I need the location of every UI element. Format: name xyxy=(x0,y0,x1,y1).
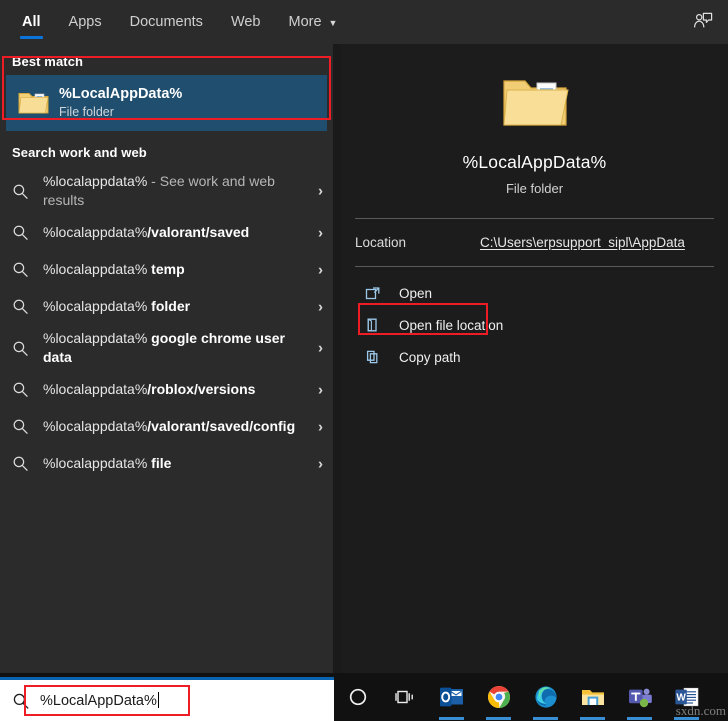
search-icon xyxy=(12,183,43,200)
action-list[interactable]: Open Open file location Copy path xyxy=(341,267,728,373)
preview-title: %LocalAppData% xyxy=(462,152,607,172)
preview-panel: %LocalAppData% File folder Location C:\U… xyxy=(341,44,728,673)
search-icon xyxy=(12,224,43,241)
search-icon xyxy=(12,381,43,398)
teams-icon[interactable] xyxy=(616,673,663,721)
feedback-person-icon xyxy=(694,12,713,28)
search-input-value: %LocalAppData% xyxy=(40,693,157,709)
action-open[interactable]: Open xyxy=(355,277,714,309)
list-item-label: %localappdata%/valorant/saved xyxy=(43,224,250,240)
best-match-subtitle: File folder xyxy=(59,105,114,119)
tab-documents[interactable]: Documents xyxy=(116,0,217,44)
chevron-right-icon: › xyxy=(318,224,323,241)
list-item[interactable]: %localappdata%/valorant/saved/config › xyxy=(0,408,333,445)
taskbar: %LocalAppData% W sxdn.com xyxy=(0,673,728,721)
list-item[interactable]: %localappdata% folder › xyxy=(0,288,333,325)
list-item-label: %localappdata%/valorant/saved/config xyxy=(43,418,296,434)
list-item[interactable]: %localappdata% temp › xyxy=(0,251,333,288)
chevron-down-icon: ▼ xyxy=(328,18,338,28)
best-match-header: Best match xyxy=(12,54,84,69)
action-copy-path-label: Copy path xyxy=(399,349,461,365)
tab-more-label: More xyxy=(288,14,322,30)
list-item[interactable]: %localappdata% file › xyxy=(0,445,333,482)
list-item-label: %localappdata% - See work and web result… xyxy=(43,173,275,208)
tab-apps[interactable]: Apps xyxy=(55,0,116,44)
list-item[interactable]: %localappdata%/roblox/versions › xyxy=(0,371,333,408)
search-icon xyxy=(12,340,43,357)
preview-hero: %LocalAppData% File folder xyxy=(341,44,728,196)
location-row: Location C:\Users\erpsupport_sipl\AppDat… xyxy=(341,219,728,266)
search-filter-tabbar: All Apps Documents Web More ▼ xyxy=(0,0,728,44)
list-item-label: %localappdata%/roblox/versions xyxy=(43,381,256,397)
web-suggestions-list[interactable]: %localappdata% - See work and web result… xyxy=(0,168,333,482)
tab-all-label: All xyxy=(22,14,41,30)
tab-more[interactable]: More ▼ xyxy=(275,0,352,44)
list-item-label: %localappdata% folder xyxy=(43,298,191,314)
tab-apps-label: Apps xyxy=(68,14,102,30)
list-item-label: %localappdata% temp xyxy=(43,261,185,277)
chrome-icon[interactable] xyxy=(475,673,522,721)
action-open-label: Open xyxy=(399,285,433,301)
action-copy-path[interactable]: Copy path xyxy=(355,341,714,373)
list-item-label: %localappdata% google chrome user data xyxy=(43,330,285,365)
chevron-right-icon: › xyxy=(318,339,323,357)
chevron-right-icon: › xyxy=(318,182,323,200)
list-item[interactable]: %localappdata% - See work and web result… xyxy=(0,168,333,214)
list-item-label: %localappdata% file xyxy=(43,455,172,471)
folder-icon-large xyxy=(502,80,569,126)
chevron-right-icon: › xyxy=(318,298,323,315)
search-work-web-header: Search work and web xyxy=(12,145,147,160)
search-icon xyxy=(12,261,43,278)
location-label: Location xyxy=(355,235,407,250)
search-input[interactable]: %LocalAppData% xyxy=(40,692,159,709)
action-open-file-location-label: Open file location xyxy=(399,317,504,333)
word-icon[interactable]: W xyxy=(663,673,710,721)
chevron-right-icon: › xyxy=(318,418,323,435)
best-match-result[interactable]: %LocalAppData% File folder xyxy=(6,75,327,131)
tab-web[interactable]: Web xyxy=(217,0,275,44)
svg-text:W: W xyxy=(676,692,686,703)
preview-type: File folder xyxy=(505,181,564,196)
copy-icon xyxy=(365,349,395,365)
open-folder-location-icon xyxy=(365,317,395,333)
tab-documents-label: Documents xyxy=(129,14,203,30)
search-icon xyxy=(6,692,36,710)
tab-all[interactable]: All xyxy=(8,0,55,44)
text-cursor xyxy=(157,692,159,708)
chevron-right-icon: › xyxy=(318,261,323,278)
folder-icon xyxy=(14,88,54,118)
edge-icon[interactable] xyxy=(522,673,569,721)
best-match-text: %LocalAppData% File folder xyxy=(59,85,182,121)
taskbar-app-tray[interactable]: W xyxy=(334,673,728,721)
open-external-icon xyxy=(365,285,395,301)
chevron-right-icon: › xyxy=(318,455,323,472)
search-icon xyxy=(12,455,43,472)
tab-web-label: Web xyxy=(230,14,261,30)
results-panel[interactable]: Best match %LocalAppData% File folder Se… xyxy=(0,44,333,673)
action-open-file-location[interactable]: Open file location xyxy=(355,309,714,341)
location-path-link[interactable]: C:\Users\erpsupport_sipl\AppData xyxy=(480,235,685,250)
tab-list: All Apps Documents Web More ▼ xyxy=(0,0,351,44)
search-icon xyxy=(12,298,43,315)
best-match-title: %LocalAppData% xyxy=(59,86,183,102)
list-item[interactable]: %localappdata% google chrome user data › xyxy=(0,325,333,371)
taskbar-search-box[interactable]: %LocalAppData% xyxy=(0,677,334,721)
windows-search-overlay: All Apps Documents Web More ▼ Best match… xyxy=(0,0,728,721)
search-icon xyxy=(12,418,43,435)
chevron-right-icon: › xyxy=(318,381,323,398)
outlook-icon[interactable] xyxy=(428,673,475,721)
file-explorer-icon[interactable] xyxy=(569,673,616,721)
feedback-button[interactable] xyxy=(686,6,720,36)
list-item[interactable]: %localappdata%/valorant/saved › xyxy=(0,214,333,251)
cortana-icon[interactable] xyxy=(334,673,381,721)
task-view-icon[interactable] xyxy=(381,673,428,721)
